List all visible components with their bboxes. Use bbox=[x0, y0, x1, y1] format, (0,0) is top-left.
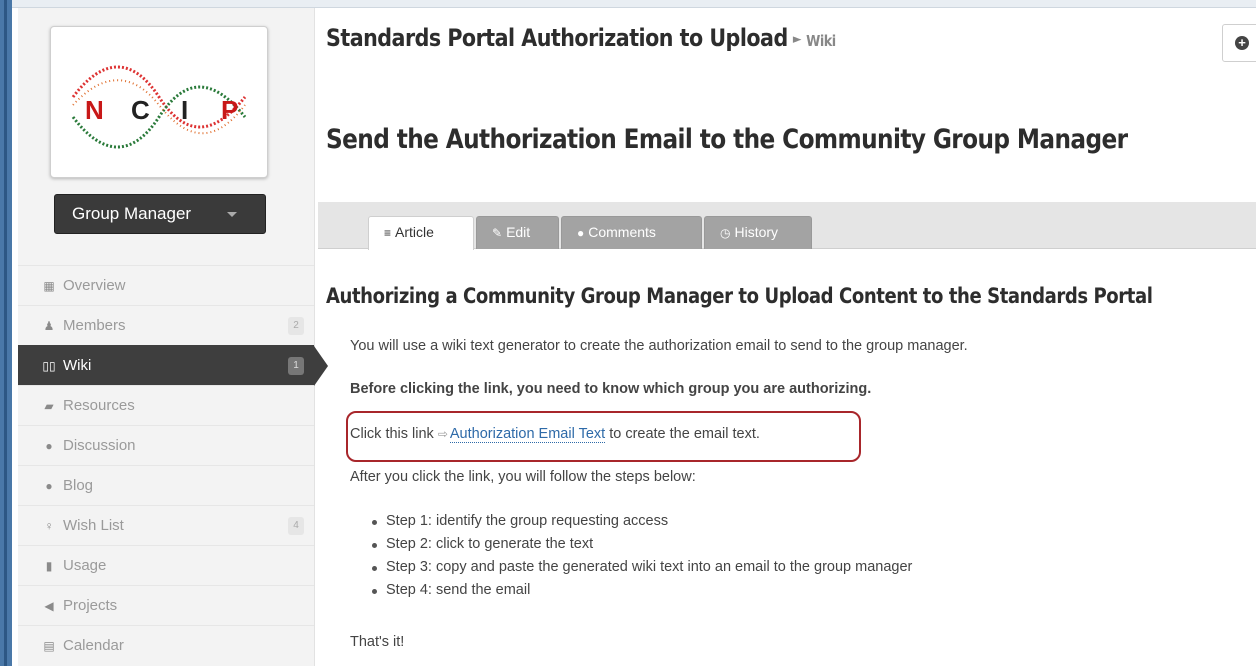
sidebar-item-blog[interactable]: ● Blog bbox=[18, 465, 314, 505]
sidebar-item-usage[interactable]: ▮ Usage bbox=[18, 545, 314, 585]
sidebar-item-resources[interactable]: ▰ Resources bbox=[18, 385, 314, 425]
logo-letter: N bbox=[85, 95, 104, 125]
bar-chart-icon: ▮ bbox=[45, 559, 53, 573]
sidebar-item-label: Blog bbox=[63, 477, 94, 494]
tab-history[interactable]: ◷ History bbox=[704, 216, 812, 249]
sidebar-item-wish-list[interactable]: ♀ Wish List 4 bbox=[18, 505, 314, 545]
intro-text: You will use a wiki text generator to cr… bbox=[350, 338, 968, 354]
breadcrumb-wiki[interactable]: Wiki bbox=[806, 32, 836, 50]
sidebar-item-label: Projects bbox=[63, 597, 118, 614]
list-item: Step 4: send the email bbox=[370, 579, 912, 602]
comment-icon: ● bbox=[45, 479, 53, 493]
add-button[interactable]: + bbox=[1222, 24, 1256, 62]
ncip-logo-icon: N C I P bbox=[71, 65, 247, 149]
click-prefix: Click this link bbox=[350, 426, 438, 442]
sidebar-item-label: Resources bbox=[63, 397, 135, 414]
sidebar: N C I P Group Manager ▦ Overview ♟ Members… bbox=[18, 8, 328, 666]
tab-label: Edit bbox=[506, 224, 531, 240]
user-icon: ♟ bbox=[43, 319, 55, 333]
tab-label: Article bbox=[395, 224, 434, 240]
book-icon: ▯▯ bbox=[42, 359, 56, 373]
window-frame-left bbox=[0, 0, 12, 666]
sidebar-item-wiki[interactable]: ▯▯ Wiki 1 bbox=[18, 345, 328, 386]
wish-list-count-badge: 4 bbox=[288, 517, 304, 535]
tab-edit[interactable]: ✎ Edit bbox=[476, 216, 559, 249]
sidebar-nav: ▦ Overview ♟ Members 2 ▯▯ Wiki 1 ▰ Resources… bbox=[18, 265, 328, 665]
article-heading: Authorizing a Community Group Manager to… bbox=[326, 284, 1153, 308]
prerequisite-text: Before clicking the link, you need to kn… bbox=[350, 381, 872, 397]
group-manager-label: Group Manager bbox=[72, 204, 192, 223]
caret-down-icon bbox=[227, 212, 237, 217]
sidebar-item-calendar[interactable]: ▤ Calendar bbox=[18, 625, 314, 665]
tab-label: History bbox=[734, 224, 779, 240]
steps-list: Step 1: identify the group requesting ac… bbox=[370, 510, 912, 602]
calendar-icon: ▤ bbox=[43, 639, 55, 653]
document-icon: ▰ bbox=[44, 399, 54, 413]
click-link-paragraph: Click this link ⇨ Authorization Email Tex… bbox=[350, 426, 760, 443]
after-click-text: After you click the link, you will follo… bbox=[350, 469, 696, 485]
list-item: Step 2: click to generate the text bbox=[370, 533, 912, 556]
chat-icon: ● bbox=[45, 439, 53, 453]
external-link-icon: ⇨ bbox=[437, 427, 448, 441]
closing-text: That's it! bbox=[350, 634, 405, 650]
sidebar-item-label: Overview bbox=[63, 277, 126, 294]
page-title: Send the Authorization Email to the Comm… bbox=[326, 124, 1128, 155]
bulb-icon: ♀ bbox=[44, 519, 54, 533]
sidebar-item-overview[interactable]: ▦ Overview bbox=[18, 265, 314, 305]
breadcrumb-parent[interactable]: Standards Portal Authorization to Upload bbox=[326, 24, 788, 52]
pencil-icon: ✎ bbox=[492, 226, 503, 240]
tab-label: Comments bbox=[588, 224, 656, 240]
group-logo[interactable]: N C I P bbox=[50, 26, 268, 178]
grid-icon: ▦ bbox=[43, 279, 55, 293]
logo-letter: I bbox=[181, 95, 188, 125]
group-manager-dropdown[interactable]: Group Manager bbox=[54, 194, 266, 234]
breadcrumb-arrow-icon: ► bbox=[792, 31, 802, 47]
send-icon: ◀ bbox=[44, 599, 54, 613]
sidebar-item-label: Members bbox=[63, 317, 126, 334]
logo-letter: C bbox=[131, 95, 150, 125]
list-item: Step 3: copy and paste the generated wik… bbox=[370, 556, 912, 579]
sidebar-item-label: Calendar bbox=[63, 637, 124, 654]
sidebar-item-label: Wish List bbox=[63, 517, 124, 534]
click-suffix: to create the email text. bbox=[605, 426, 760, 442]
clock-icon: ◷ bbox=[720, 226, 731, 240]
article-icon: ≡ bbox=[384, 226, 392, 240]
tab-comments[interactable]: ● Comments bbox=[561, 216, 702, 249]
plus-circle-icon: + bbox=[1235, 36, 1249, 50]
wiki-count-badge: 1 bbox=[288, 357, 304, 375]
list-item: Step 1: identify the group requesting ac… bbox=[370, 510, 912, 533]
sidebar-item-label: Usage bbox=[63, 557, 107, 574]
tab-article[interactable]: ≡ Article bbox=[368, 216, 474, 250]
logo-letter: P bbox=[221, 95, 238, 125]
members-count-badge: 2 bbox=[288, 317, 304, 335]
article-tabs: ≡ Article ✎ Edit ● Comments ◷ History bbox=[318, 202, 1256, 250]
window-frame-top bbox=[12, 0, 1256, 8]
sidebar-item-discussion[interactable]: ● Discussion bbox=[18, 425, 314, 465]
sidebar-item-label: Discussion bbox=[63, 437, 136, 454]
sidebar-item-members[interactable]: ♟ Members 2 bbox=[18, 305, 314, 345]
sidebar-item-projects[interactable]: ◀ Projects bbox=[18, 585, 314, 625]
authorization-email-link[interactable]: Authorization Email Text bbox=[449, 426, 606, 443]
comments-icon: ● bbox=[577, 226, 585, 240]
breadcrumb: Standards Portal Authorization to Upload… bbox=[326, 24, 836, 52]
sidebar-item-label: Wiki bbox=[63, 357, 92, 374]
